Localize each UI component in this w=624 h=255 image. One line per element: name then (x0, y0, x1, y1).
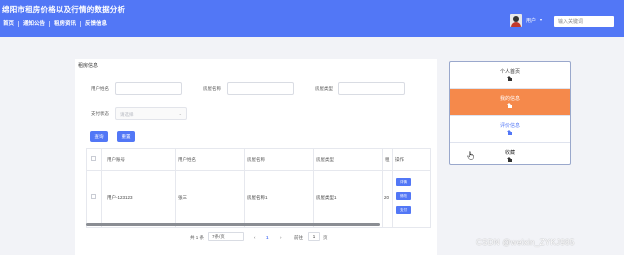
col-username: 用户姓名 (178, 157, 196, 162)
side-menu: 个人首页 我的信息 评价信息 收藏 (449, 61, 571, 165)
col-house-type: 房屋类型 (316, 157, 334, 162)
select-all-checkbox[interactable] (91, 156, 96, 161)
house-name-field[interactable] (227, 82, 294, 95)
page-size-select[interactable]: 7条/页 (208, 232, 244, 241)
cell-account: 用户-123123 (107, 195, 133, 200)
query-button[interactable]: 查询 (90, 131, 108, 142)
home-icon (507, 130, 512, 135)
col-rent: 租 (385, 157, 390, 162)
cell-rent: 20 (384, 195, 390, 200)
home-icon (507, 76, 512, 81)
search-input[interactable] (554, 16, 614, 27)
page-unit: 页 (323, 235, 328, 240)
chevron-down-icon[interactable]: ▾ (540, 17, 542, 22)
next-page-icon[interactable]: › (280, 235, 282, 240)
detail-button[interactable]: 详情 (396, 178, 411, 186)
user-name[interactable]: 用户 (526, 17, 536, 24)
home-icon (507, 157, 512, 162)
csdn-watermark: CSDN @weixin_ZYKJ985 (476, 238, 575, 247)
cell-house-name: 房屋名称1 (247, 195, 268, 200)
cell-house-type: 房屋类型1 (316, 195, 337, 200)
goto-label: 前往 (294, 235, 303, 240)
chevron-down-icon: ⌄ (178, 111, 182, 116)
table-scrollbar[interactable] (86, 223, 380, 226)
side-item-my-info[interactable]: 我的信息 (450, 89, 570, 115)
edit-button[interactable]: 修改 (396, 192, 411, 200)
nav-notices[interactable]: 通知公告 (19, 21, 51, 27)
house-name-label: 房屋名称 (203, 86, 221, 91)
pay-status-label: 支付状态 (91, 111, 109, 116)
pay-status-placeholder: 请选择 (120, 112, 134, 117)
col-house-name: 房屋名称 (247, 157, 265, 162)
avatar[interactable] (510, 14, 522, 27)
side-item-reviews[interactable]: 评价信息 (450, 116, 570, 142)
pay-status-select[interactable]: 请选择 ⌄ (115, 107, 187, 120)
main-nav: 首页 通知公告 租房资讯 反馈信息 (3, 21, 111, 27)
top-header: 绵阳市租房价格以及行情的数据分析 首页 通知公告 租房资讯 反馈信息 用户 ▾ (0, 0, 624, 37)
nav-rental-news[interactable]: 租房资讯 (50, 21, 82, 27)
page-size-value: 7条/页 (212, 234, 225, 239)
pay-button[interactable]: 支付 (396, 206, 411, 214)
nav-feedback[interactable]: 反馈信息 (81, 21, 111, 27)
reset-button[interactable]: 重置 (117, 131, 135, 142)
rental-table: 用户账号 用户姓名 房屋名称 房屋类型 租 操作 用户-123123 张三 房屋… (86, 148, 431, 228)
prev-page-icon[interactable]: ‹ (254, 235, 256, 240)
house-type-field[interactable] (338, 82, 405, 95)
row-checkbox[interactable] (91, 194, 96, 199)
house-type-label: 房屋类型 (315, 86, 333, 91)
hand-cursor-icon (467, 151, 474, 160)
side-item-profile-home[interactable]: 个人首页 (450, 62, 570, 88)
cell-username: 张三 (178, 195, 187, 200)
username-field[interactable] (115, 82, 182, 95)
home-icon (507, 103, 512, 108)
side-item-label: 我的信息 (499, 96, 520, 102)
side-item-label: 个人首页 (499, 69, 520, 75)
col-account: 用户账号 (107, 157, 125, 162)
goto-page-input[interactable]: 1 (308, 232, 320, 241)
nav-home[interactable]: 首页 (3, 21, 20, 27)
site-title: 绵阳市租房价格以及行情的数据分析 (2, 5, 126, 14)
username-label: 用户姓名 (91, 86, 109, 91)
pager-total: 共 1 条 (190, 235, 205, 240)
side-item-label: 评价信息 (499, 123, 520, 129)
col-actions: 操作 (395, 157, 404, 162)
current-page[interactable]: 1 (266, 235, 269, 240)
panel-title: 租房信息 (78, 63, 99, 69)
